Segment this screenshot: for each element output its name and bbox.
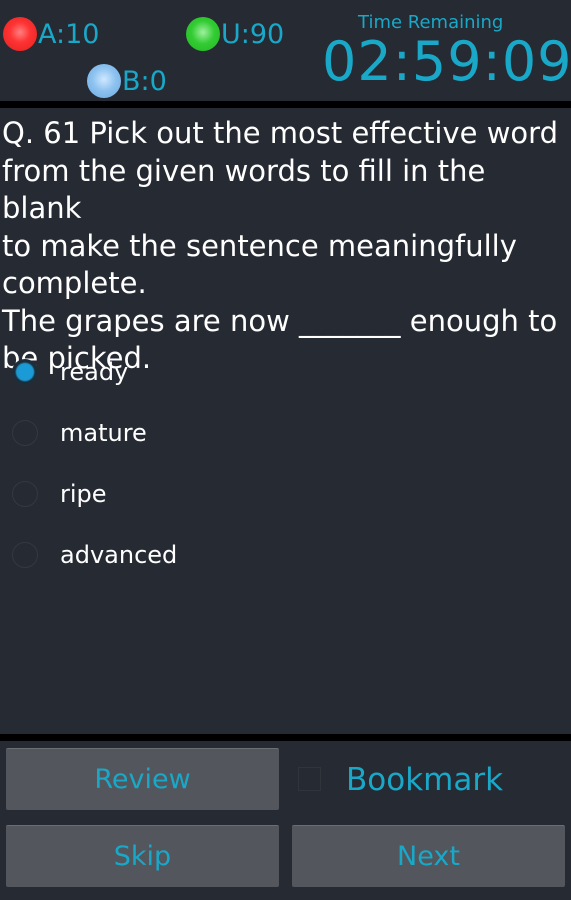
- question-line: from the given words to fill in the blan…: [2, 153, 486, 226]
- radio-button[interactable]: [12, 480, 38, 507]
- bookmarked-stat: B:0: [87, 64, 167, 98]
- question-line: complete.: [2, 266, 147, 300]
- option-mature[interactable]: mature: [0, 402, 571, 463]
- footer-divider: [0, 734, 571, 741]
- option-advanced[interactable]: advanced: [0, 524, 571, 585]
- unanswered-ball-icon: [186, 17, 220, 51]
- skip-button[interactable]: Skip: [6, 825, 279, 887]
- option-ripe[interactable]: ripe: [0, 463, 571, 524]
- review-button[interactable]: Review: [6, 748, 279, 810]
- option-label: mature: [60, 418, 147, 447]
- radio-button-checked[interactable]: [12, 358, 38, 385]
- header-divider: [0, 101, 571, 108]
- option-label: ripe: [60, 479, 107, 508]
- answered-ball-icon: [3, 17, 37, 51]
- question-line: to make the sentence meaningfully: [2, 228, 517, 263]
- unanswered-count: U:90: [221, 18, 285, 50]
- countdown-timer: 02:59:09: [322, 30, 571, 93]
- question-line: Q. 61 Pick out the most effective word: [2, 116, 558, 150]
- unanswered-stat: U:90: [186, 17, 284, 51]
- bookmark-label[interactable]: Bookmark: [346, 762, 503, 798]
- answered-stat: A:10: [3, 17, 99, 51]
- option-label: advanced: [60, 540, 178, 569]
- next-button[interactable]: Next: [292, 825, 565, 887]
- option-label: ready: [60, 357, 129, 386]
- answer-options: ready mature ripe advanced: [0, 341, 571, 585]
- bookmarked-ball-icon: [87, 64, 121, 98]
- option-ready[interactable]: ready: [0, 341, 571, 402]
- radio-button[interactable]: [12, 419, 38, 446]
- status-header: A:10 U:90 B:0 Time Remaining 02:59:09: [0, 0, 571, 101]
- question-text: Q. 61 Pick out the most effective word f…: [2, 115, 567, 378]
- bookmarked-count: B:0: [122, 65, 167, 97]
- answered-count: A:10: [38, 18, 100, 50]
- bookmark-checkbox[interactable]: [298, 767, 321, 791]
- question-line: The grapes are now _______ enough to: [2, 303, 558, 338]
- radio-button[interactable]: [12, 541, 38, 568]
